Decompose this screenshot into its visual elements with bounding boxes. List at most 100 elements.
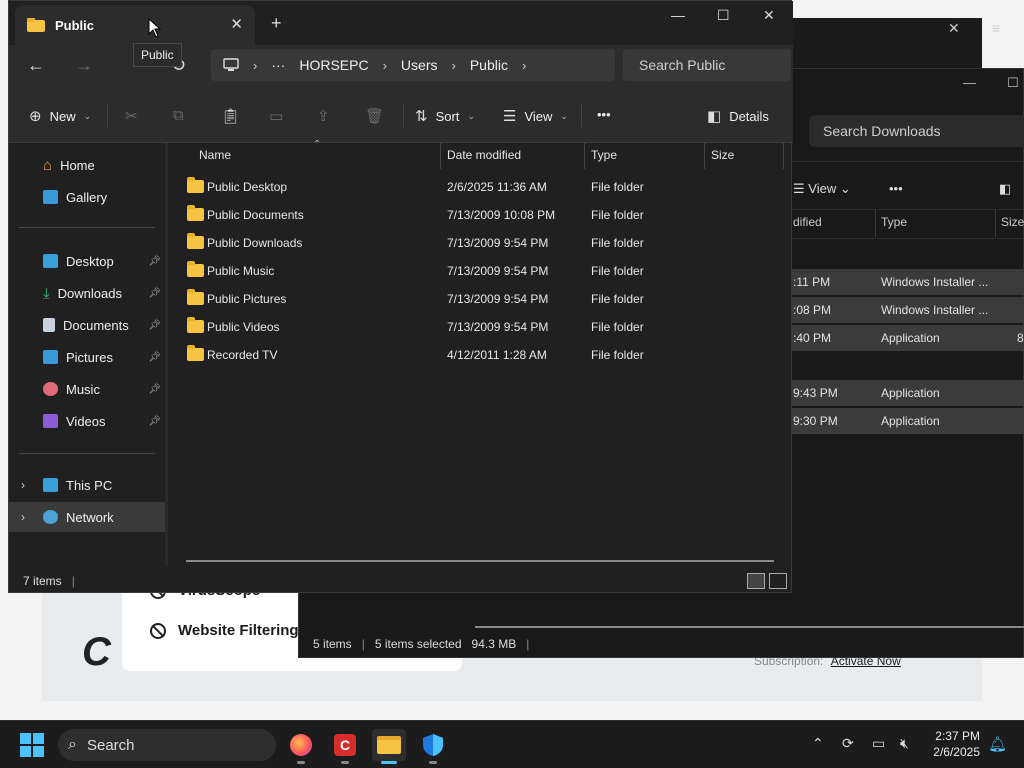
file-row[interactable]: Public Documents 7/13/2009 10:08 PM File f… (179, 201, 783, 229)
taskbar-file-explorer[interactable] (372, 729, 406, 764)
desktop-icon (43, 254, 58, 268)
file-name: Public Documents (207, 208, 304, 222)
nav-item-desktop[interactable]: Desktop 📌︎ (9, 246, 165, 276)
column-divider[interactable] (440, 143, 441, 169)
file-row[interactable]: Recorded TV 4/12/2011 1:28 AM File folder (179, 341, 783, 369)
column-divider[interactable] (584, 143, 585, 169)
rename-button[interactable]: ▭ (269, 107, 283, 125)
notification-bell-icon[interactable]: 🔔︎ (988, 735, 1007, 753)
delete-button[interactable]: 🗑︎ (365, 107, 384, 125)
nav-item-documents[interactable]: Documents 📌︎ (9, 310, 165, 340)
maximize-icon[interactable]: ☐ (717, 7, 730, 24)
column-divider[interactable] (875, 209, 876, 237)
nav-item-music[interactable]: Music 📌︎ (9, 374, 165, 404)
column-divider[interactable] (995, 209, 996, 237)
nav-item-gallery[interactable]: Gallery (9, 182, 165, 212)
tab-public[interactable]: Public ✕ (15, 5, 255, 45)
column-date-modified[interactable]: Date modified (447, 148, 521, 162)
chevron-right-icon[interactable]: › (522, 58, 526, 73)
pin-icon[interactable]: 📌︎ (148, 384, 161, 395)
chevron-right-icon[interactable]: › (383, 58, 387, 73)
column-type[interactable]: Type (881, 215, 907, 229)
paste-button[interactable]: 📋︎ (221, 107, 240, 125)
nav-item-this-pc[interactable]: › This PC (9, 470, 165, 500)
file-row[interactable]: Public Downloads 7/13/2009 9:54 PM File fo… (179, 229, 783, 257)
pin-icon[interactable]: 📌︎ (148, 256, 161, 267)
back-button[interactable]: ← (27, 55, 45, 76)
details-button[interactable]: ◧ Details (707, 107, 769, 125)
chevron-right-icon[interactable]: › (21, 510, 25, 524)
file-date: 7/13/2009 9:54 PM (447, 236, 549, 250)
pin-icon[interactable]: 📌︎ (148, 320, 161, 331)
breadcrumb-public[interactable]: Public (470, 57, 508, 73)
share-button[interactable]: ⇪ (317, 107, 330, 125)
close-tab-icon[interactable]: ✕ (230, 15, 243, 33)
breadcrumb-users[interactable]: Users (401, 57, 438, 73)
file-row[interactable]: Public Music 7/13/2009 9:54 PM File folder (179, 257, 783, 285)
details-pane-icon[interactable]: ◧ (999, 181, 1011, 197)
view-button[interactable]: ☰ View ⌄ (503, 107, 568, 125)
downloads-search-input[interactable]: Search Downloads (809, 115, 1024, 147)
more-options-button[interactable]: ••• (597, 107, 611, 122)
display-icon[interactable]: ▭ (872, 735, 885, 752)
downloads-more-button[interactable]: ••• (889, 181, 903, 196)
network-icon (43, 510, 58, 524)
clock[interactable]: 2:37 PM 2/6/2025 (926, 728, 980, 760)
cut-button[interactable]: ✂ (125, 107, 138, 125)
nav-item-pictures[interactable]: Pictures 📌︎ (9, 342, 165, 372)
nav-scrollbar[interactable] (165, 143, 168, 567)
column-divider[interactable] (704, 143, 705, 169)
nav-item-videos[interactable]: Videos 📌︎ (9, 406, 165, 436)
pin-icon[interactable]: 📌︎ (148, 416, 161, 427)
copy-button[interactable]: ⧉ (173, 107, 184, 124)
chevron-down-icon: ⌄ (560, 110, 568, 121)
close-icon[interactable]: ✕ (763, 7, 775, 24)
column-divider[interactable] (783, 143, 784, 169)
chevron-up-icon[interactable]: ⌃ (812, 735, 824, 752)
file-row[interactable]: Public Videos 7/13/2009 9:54 PM File folde… (179, 313, 783, 341)
taskbar-firefox[interactable] (284, 729, 318, 764)
horizontal-scrollbar[interactable] (475, 626, 1024, 628)
nav-item-home[interactable]: ⌂ Home (9, 150, 165, 180)
chevron-right-icon[interactable]: › (451, 58, 455, 73)
breadcrumb-horsepc[interactable]: HORSEPC (299, 57, 368, 73)
sync-icon[interactable]: ⟳ (842, 735, 854, 752)
file-type: File folder (591, 348, 644, 362)
file-row[interactable]: Public Pictures 7/13/2009 9:54 PM File fol… (179, 285, 783, 313)
new-button[interactable]: ⊕ New ⌄ (29, 107, 91, 125)
file-row[interactable]: Public Desktop 2/6/2025 11:36 AM File fold… (179, 173, 783, 201)
windows-start-icon[interactable] (20, 733, 44, 757)
taskbar-search[interactable]: ⌕ Search (58, 729, 276, 761)
nav-item-downloads[interactable]: ⤓ Downloads 📌︎ (9, 278, 165, 308)
breadcrumb-more[interactable]: ··· (271, 57, 285, 73)
menu-icon[interactable]: ≡ (992, 20, 1000, 36)
column-size[interactable]: Size (1001, 215, 1024, 229)
search-input[interactable]: Search Public (623, 49, 791, 81)
minimize-icon[interactable]: — (671, 7, 685, 23)
column-name[interactable]: Name (199, 148, 231, 162)
column-size[interactable]: Size (711, 148, 734, 162)
maximize-icon[interactable]: ☐ (1007, 75, 1019, 91)
minimize-icon[interactable]: — (963, 75, 976, 90)
chevron-right-icon[interactable]: › (253, 58, 257, 73)
sort-button[interactable]: ⇅ Sort ⌄ (415, 107, 475, 125)
breadcrumb[interactable]: › ··· HORSEPC › Users › Public › (211, 49, 615, 81)
firefox-icon (290, 734, 312, 756)
horizontal-scrollbar[interactable] (186, 560, 774, 562)
taskbar-defender[interactable] (416, 729, 450, 764)
details-view-toggle[interactable] (747, 573, 765, 589)
website-filtering-row[interactable]: Website Filtering (150, 622, 299, 639)
volume-muted-icon[interactable]: 🔇︎ (900, 735, 909, 752)
forward-button[interactable]: → (75, 55, 93, 76)
tiles-view-toggle[interactable] (769, 573, 787, 589)
downloads-view-button[interactable]: ☰ View ⌄ (793, 181, 851, 197)
taskbar-security-app[interactable]: C (328, 729, 362, 764)
pin-icon[interactable]: 📌︎ (148, 288, 161, 299)
column-date-modified[interactable]: dified (793, 215, 822, 229)
column-type[interactable]: Type (591, 148, 617, 162)
close-icon[interactable]: ✕ (948, 20, 960, 37)
nav-item-network[interactable]: › Network (9, 502, 165, 532)
chevron-right-icon[interactable]: › (21, 478, 25, 492)
new-tab-button[interactable]: + (271, 13, 282, 34)
pin-icon[interactable]: 📌︎ (148, 352, 161, 363)
